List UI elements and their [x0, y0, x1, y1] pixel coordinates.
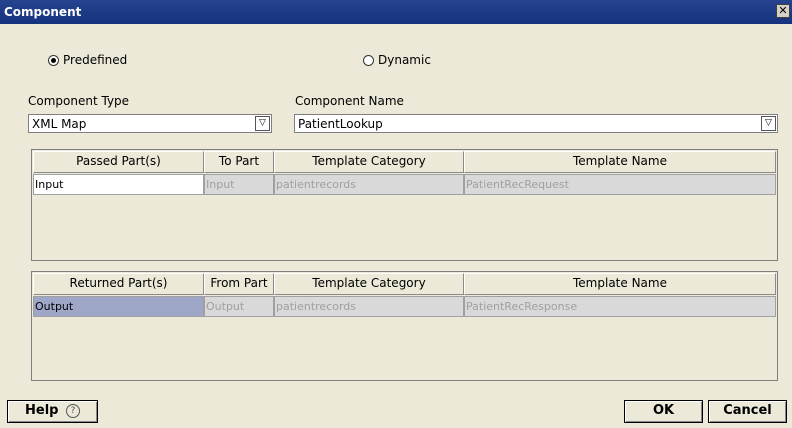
- close-icon[interactable]: ✕: [776, 4, 790, 18]
- table-cell-returned-part[interactable]: Output: [33, 296, 204, 317]
- component-type-select[interactable]: XML Map ▽: [28, 114, 272, 133]
- component-type-value: XML Map: [32, 117, 87, 131]
- table-cell-template-category[interactable]: patientrecords: [274, 296, 464, 317]
- table-cell-template-name[interactable]: PatientRecResponse: [464, 296, 776, 317]
- cancel-button[interactable]: Cancel: [708, 400, 787, 423]
- component-name-select[interactable]: PatientLookup ▽: [294, 114, 778, 133]
- column-header-template-name[interactable]: Template Name: [464, 273, 776, 295]
- chevron-down-icon[interactable]: ▽: [255, 116, 270, 131]
- table-cell-to-part[interactable]: Input: [204, 174, 274, 195]
- radio-predefined[interactable]: Predefined: [48, 53, 127, 67]
- radio-dynamic[interactable]: Dynamic: [363, 53, 431, 67]
- help-icon: ?: [66, 404, 80, 418]
- radio-dynamic-label: Dynamic: [378, 53, 431, 67]
- title-bar: Component ✕: [0, 0, 792, 24]
- radio-predefined-label: Predefined: [63, 53, 128, 67]
- table-cell-passed-part[interactable]: Input: [33, 174, 204, 195]
- help-button-label: Help: [25, 403, 59, 418]
- chevron-down-icon[interactable]: ▽: [761, 116, 776, 131]
- table-cell-template-category[interactable]: patientrecords: [274, 174, 464, 195]
- column-header-template-name[interactable]: Template Name: [464, 151, 776, 173]
- component-name-label: Component Name: [295, 94, 404, 108]
- column-header-template-category[interactable]: Template Category: [274, 151, 464, 173]
- column-header-passed-parts[interactable]: Passed Part(s): [33, 151, 204, 173]
- help-button[interactable]: Help ?: [7, 400, 98, 423]
- component-name-value: PatientLookup: [298, 117, 383, 131]
- passed-parts-table: Passed Part(s) To Part Template Category…: [31, 149, 778, 261]
- column-header-returned-parts[interactable]: Returned Part(s): [33, 273, 204, 295]
- table-cell-template-name[interactable]: PatientRecRequest: [464, 174, 776, 195]
- column-header-from-part[interactable]: From Part: [204, 273, 274, 295]
- column-header-to-part[interactable]: To Part: [204, 151, 274, 173]
- radio-predefined-circle[interactable]: [48, 54, 59, 66]
- component-type-label: Component Type: [28, 94, 130, 108]
- ok-button[interactable]: OK: [624, 400, 703, 423]
- radio-dynamic-circle[interactable]: [363, 54, 374, 66]
- column-header-template-category[interactable]: Template Category: [274, 273, 464, 295]
- dialog-title: Component: [4, 5, 82, 19]
- table-cell-from-part[interactable]: Output: [204, 296, 274, 317]
- returned-parts-table: Returned Part(s) From Part Template Cate…: [31, 271, 778, 381]
